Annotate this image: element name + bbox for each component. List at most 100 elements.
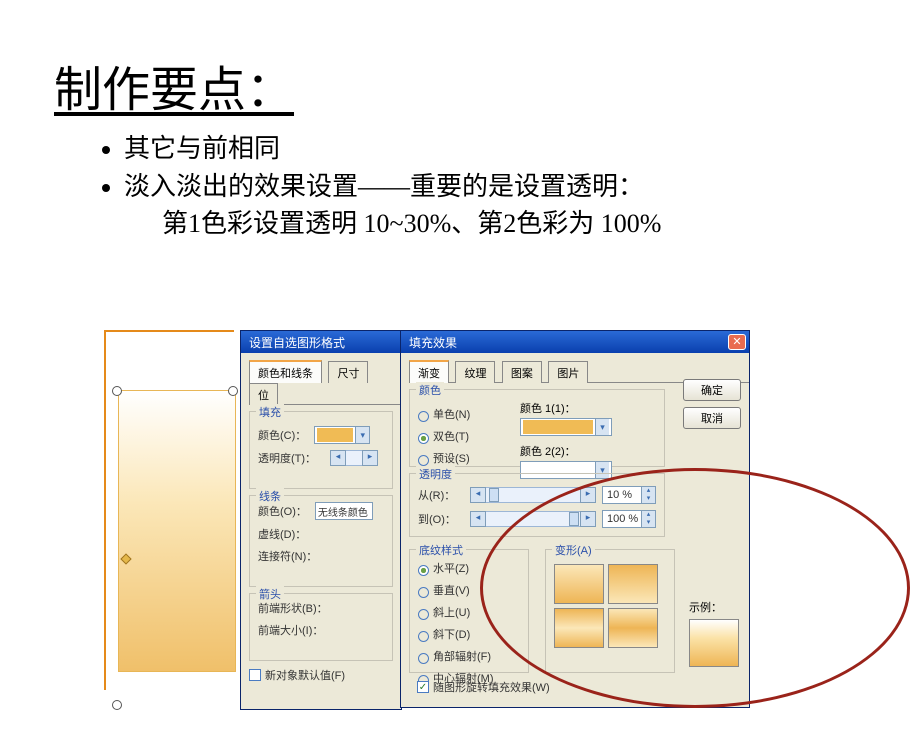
label-color: 颜色(C)：: [258, 427, 306, 443]
ok-button[interactable]: 确定: [683, 379, 741, 401]
group-shading: 底纹样式 水平(Z) 垂直(V) 斜上(U) 斜下(D) 角部辐射(F) 中心辐…: [409, 549, 529, 673]
tab-picture[interactable]: 图片: [548, 361, 588, 383]
checkbox-rotate[interactable]: ✓: [417, 681, 429, 693]
dialog-buttons: 确定 取消: [683, 379, 741, 429]
group-fill: 填充 颜色(C)： ▾ 透明度(T)： ◂ ▸: [249, 411, 393, 489]
group-legend: 变形(A): [552, 542, 595, 558]
spin-buttons[interactable]: ▴▾: [641, 487, 655, 503]
radio-one-color[interactable]: [418, 411, 429, 422]
spin-from-value: 10 %: [607, 489, 632, 501]
label-begin-shape: 前端形状(B)：: [258, 600, 328, 616]
tab-gradient[interactable]: 渐变: [409, 360, 449, 383]
slider-right-icon[interactable]: ▸: [362, 450, 378, 466]
label-line-color: 颜色(O)：: [258, 503, 307, 519]
opt-diag-down: 斜下(D): [433, 626, 470, 642]
format-autoshape-dialog: 设置自选图形格式 颜色和线条 尺寸 位 填充 颜色(C)： ▾ 透明度(T)： …: [240, 330, 402, 710]
group-legend: 线条: [256, 488, 284, 504]
label-connector: 连接符(N)：: [258, 548, 317, 564]
opt-diag-up: 斜上(U): [433, 604, 470, 620]
label-transparency: 透明度(T)：: [258, 450, 316, 466]
embedded-screenshot: 设置自选图形格式 颜色和线条 尺寸 位 填充 颜色(C)： ▾ 透明度(T)： …: [104, 330, 744, 710]
close-icon[interactable]: ✕: [728, 334, 746, 350]
radio-two-color[interactable]: [418, 433, 429, 444]
group-legend: 透明度: [416, 466, 455, 482]
label-to: 到(O)：: [418, 511, 456, 527]
slider-thumb[interactable]: [489, 488, 499, 502]
gradient-shape-sample: [118, 390, 236, 672]
slider-left-icon[interactable]: ◂: [470, 511, 486, 527]
radio-diag-up[interactable]: [418, 609, 429, 620]
checkbox-default[interactable]: [249, 669, 261, 681]
opt-vertical: 垂直(V): [433, 582, 470, 598]
spin-to-value: 100 %: [607, 513, 638, 525]
chevron-down-icon: ▾: [355, 427, 369, 443]
color1-combo[interactable]: ▾: [520, 418, 612, 436]
group-transparency: 透明度 从(R)： ◂ ▸ 10 % ▴▾ 到(O)： ◂ ▸: [409, 473, 665, 537]
shape-handle: [228, 386, 238, 396]
tab-position[interactable]: 位: [249, 383, 278, 405]
tab-texture[interactable]: 纹理: [455, 361, 495, 383]
shape-handle: [112, 386, 122, 396]
bullet-1: 其它与前相同: [124, 130, 920, 168]
spin-buttons[interactable]: ▴▾: [641, 511, 655, 527]
bullet-2-sub: 第1色彩设置透明 10~30%、第2色彩为 100%: [162, 205, 920, 243]
tabs-row: 颜色和线条 尺寸 位: [249, 359, 401, 405]
slider-left-icon[interactable]: ◂: [470, 487, 486, 503]
shape-handle: [112, 700, 122, 710]
group-colors: 颜色 单色(N) 双色(T) 预设(S) 颜色 1(1)： ▾ 颜色 2(2)：: [409, 389, 665, 467]
color-swatch: [317, 428, 353, 442]
dialog-title: 设置自选图形格式: [249, 336, 345, 350]
line-color-combo[interactable]: 无线条颜色: [315, 502, 373, 520]
tab-size[interactable]: 尺寸: [328, 361, 368, 383]
slider-right-icon[interactable]: ▸: [580, 487, 596, 503]
dialog-title: 填充效果: [409, 336, 457, 350]
radio-vertical[interactable]: [418, 587, 429, 598]
radio-diag-down[interactable]: [418, 631, 429, 642]
radio-horizontal[interactable]: [418, 565, 429, 576]
variant-2[interactable]: [608, 564, 658, 604]
label-color2: 颜色 2(2)：: [520, 443, 664, 459]
label-two-color: 双色(T): [433, 428, 469, 444]
label-begin-size: 前端大小(I)：: [258, 622, 323, 638]
cancel-button[interactable]: 取消: [683, 407, 741, 429]
group-legend: 填充: [256, 404, 284, 420]
bullet-2-text: 淡入淡出的效果设置——重要的是设置透明：: [124, 172, 644, 201]
label-from: 从(R)：: [418, 487, 456, 503]
tab-pattern[interactable]: 图案: [502, 361, 542, 383]
sample-preview: [689, 619, 739, 667]
label-sample: 示例：: [689, 599, 739, 615]
group-legend: 颜色: [416, 382, 444, 398]
slider-from[interactable]: ◂ ▸: [470, 487, 596, 503]
tab-color-lines[interactable]: 颜色和线条: [249, 360, 322, 383]
radio-corner[interactable]: [418, 653, 429, 664]
line-color-value: 无线条颜色: [316, 504, 370, 519]
slider-left-icon[interactable]: ◂: [330, 450, 346, 466]
ruler-horizontal: [104, 330, 234, 332]
radio-preset[interactable]: [418, 455, 429, 466]
color-swatch: [523, 420, 593, 434]
slider-right-icon[interactable]: ▸: [580, 511, 596, 527]
bullet-list: 其它与前相同 淡入淡出的效果设置——重要的是设置透明： 第1色彩设置透明 10~…: [60, 130, 920, 243]
group-legend: 底纹样式: [416, 542, 466, 558]
variant-3[interactable]: [554, 608, 604, 648]
slider-thumb[interactable]: [569, 512, 579, 526]
opt-corner: 角部辐射(F): [433, 648, 491, 664]
bullet-2: 淡入淡出的效果设置——重要的是设置透明： 第1色彩设置透明 10~30%、第2色…: [124, 168, 920, 243]
slider-to[interactable]: ◂ ▸: [470, 511, 596, 527]
spin-from[interactable]: 10 % ▴▾: [602, 486, 656, 504]
chevron-down-icon: ▾: [595, 419, 609, 435]
opt-horizontal: 水平(Z): [433, 560, 469, 576]
label-rotate: 随图形旋转填充效果(W): [433, 679, 550, 695]
ruler-vertical: [104, 330, 106, 690]
dialog-titlebar[interactable]: 填充效果 ✕: [401, 331, 749, 353]
label-default-new: 新对象默认值(F): [265, 667, 345, 683]
variant-1[interactable]: [554, 564, 604, 604]
transparency-slider[interactable]: ◂ ▸: [330, 450, 378, 466]
dialog-titlebar[interactable]: 设置自选图形格式: [241, 331, 401, 353]
spin-to[interactable]: 100 % ▴▾: [602, 510, 656, 528]
group-line: 线条 颜色(O)： 无线条颜色 虚线(D)： 连接符(N)：: [249, 495, 393, 587]
variant-4[interactable]: [608, 608, 658, 648]
fill-effects-dialog: 填充效果 ✕ 渐变 纹理 图案 图片 确定 取消 颜色 单色(N) 双色(T) …: [400, 330, 750, 708]
group-variants: 变形(A): [545, 549, 675, 673]
fill-color-combo[interactable]: ▾: [314, 426, 370, 444]
